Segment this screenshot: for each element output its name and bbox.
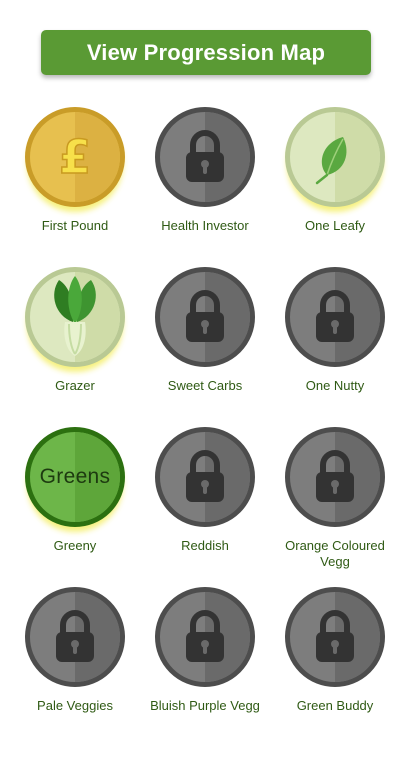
leaf-icon (290, 112, 380, 202)
badge-sweet-carbs[interactable]: Sweet Carbs (140, 267, 270, 394)
svg-text:£: £ (59, 130, 91, 184)
lock-icon (290, 592, 380, 682)
badge-label: One Nutty (305, 378, 365, 393)
badge-disc: £ (25, 107, 125, 207)
badge-label: Pale Veggies (37, 698, 113, 713)
badge-label: Health Investor (161, 218, 249, 233)
lock-icon (160, 432, 250, 522)
badge-green-buddy[interactable]: Green Buddy (270, 587, 400, 714)
badge-label: One Leafy (305, 218, 365, 233)
lock-icon (290, 432, 380, 522)
badge-grazer[interactable]: Grazer (10, 267, 140, 394)
badge-disc (155, 427, 255, 527)
badge-orange-coloured-vegg[interactable]: Orange Coloured Vegg (270, 427, 400, 570)
badge-label: Reddish (181, 538, 229, 553)
badge-disc (285, 427, 385, 527)
badge-disc: Greens (25, 427, 125, 527)
badge-label: Bluish Purple Vegg (150, 698, 260, 713)
badge-label: Sweet Carbs (167, 378, 243, 393)
badge-disc (155, 587, 255, 687)
badge-reddish[interactable]: Reddish (140, 427, 270, 554)
lock-icon (160, 112, 250, 202)
badge-disc (155, 267, 255, 367)
badge-one-leafy[interactable]: One Leafy (270, 107, 400, 234)
bok-choy-icon (30, 272, 120, 362)
badge-greeny[interactable]: Greens Greeny (10, 427, 140, 554)
badge-disc (285, 107, 385, 207)
badge-disc (285, 267, 385, 367)
badge-bluish-purple-vegg[interactable]: Bluish Purple Vegg (140, 587, 270, 714)
lock-icon (290, 272, 380, 362)
badge-health-investor[interactable]: Health Investor (140, 107, 270, 234)
lock-icon (160, 272, 250, 362)
lock-icon (30, 592, 120, 682)
badge-disc (155, 107, 255, 207)
badge-pale-veggies[interactable]: Pale Veggies (10, 587, 140, 714)
badge-grid: £ First Pound Health Investor One Leafy … (0, 0, 411, 777)
greens-text-icon: Greens (30, 432, 120, 522)
greens-icon-text: Greens (39, 465, 111, 488)
badge-label: Green Buddy (296, 698, 374, 713)
pound-icon: £ (30, 112, 120, 202)
badge-disc (25, 587, 125, 687)
badge-disc (285, 587, 385, 687)
badge-label: First Pound (41, 218, 109, 233)
badge-label: Grazer (55, 378, 95, 393)
lock-icon (160, 592, 250, 682)
badge-disc (25, 267, 125, 367)
badge-label: Greeny (53, 538, 97, 553)
badge-first-pound[interactable]: £ First Pound (10, 107, 140, 234)
badge-label: Orange Coloured Vegg (285, 538, 385, 569)
badge-one-nutty[interactable]: One Nutty (270, 267, 400, 394)
